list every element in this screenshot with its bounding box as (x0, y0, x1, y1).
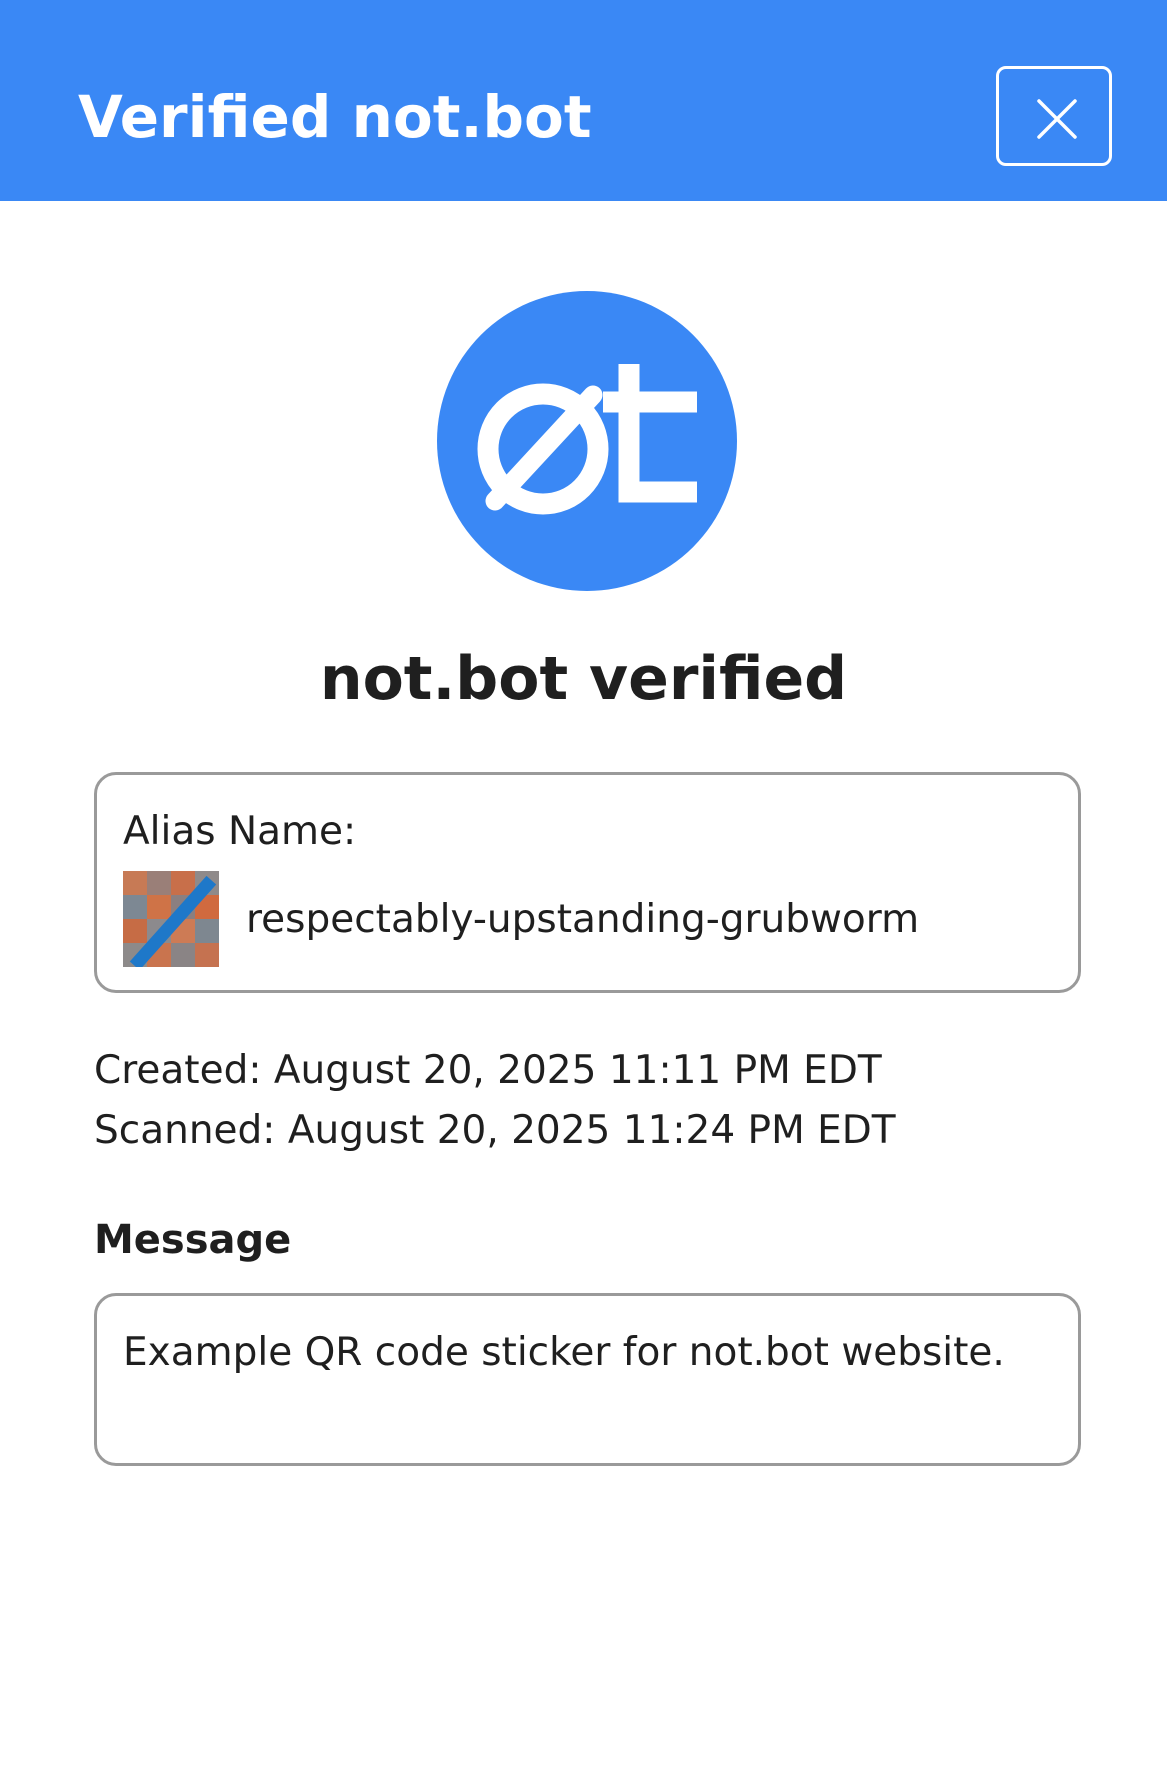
page-title: not.bot verified (319, 644, 848, 714)
close-button[interactable] (996, 66, 1112, 166)
message-card: Example QR code sticker for not.bot webs… (94, 1293, 1081, 1466)
not-bot-logo-icon (437, 291, 737, 591)
scanned-timestamp: Scanned: August 20, 2025 11:24 PM EDT (94, 1108, 896, 1153)
created-timestamp: Created: August 20, 2025 11:11 PM EDT (94, 1048, 882, 1093)
alias-label: Alias Name: (123, 809, 357, 854)
message-label: Message (94, 1217, 292, 1263)
header-bar: Verified not.bot (0, 0, 1167, 201)
message-text: Example QR code sticker for not.bot webs… (123, 1330, 1005, 1375)
alias-value: respectably-upstanding-grubworm (246, 897, 920, 942)
close-icon (1037, 99, 1077, 139)
header-title: Verified not.bot (78, 83, 592, 151)
alias-card: Alias Name: respectably-upstanding-grubw… (94, 772, 1081, 993)
alias-avatar-image (123, 871, 219, 967)
